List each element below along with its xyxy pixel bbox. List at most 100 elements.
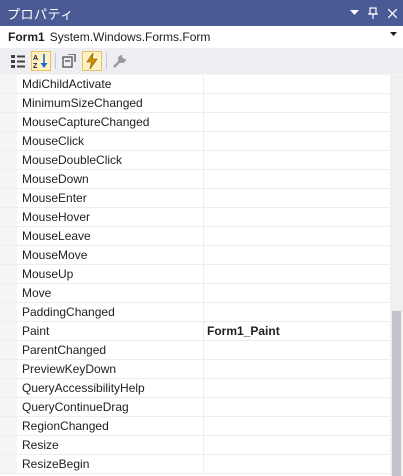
event-row[interactable]: MdiChildActivate — [0, 75, 390, 94]
pin-icon[interactable] — [365, 4, 381, 22]
event-name: Resize — [17, 436, 204, 454]
row-gutter — [0, 341, 17, 359]
categorized-icon[interactable] — [8, 51, 28, 71]
event-handler-value[interactable] — [204, 151, 390, 169]
event-handler-value[interactable] — [204, 94, 390, 112]
event-row[interactable]: MouseMove — [0, 246, 390, 265]
object-type: System.Windows.Forms.Form — [49, 30, 211, 44]
event-handler-value[interactable] — [204, 132, 390, 150]
event-handler-value[interactable] — [204, 75, 390, 93]
svg-text:A: A — [33, 55, 38, 62]
event-handler-value[interactable] — [204, 265, 390, 283]
row-gutter — [0, 398, 17, 416]
event-row[interactable]: Resize — [0, 436, 390, 455]
svg-text:Z: Z — [33, 63, 38, 69]
event-handler-value[interactable] — [204, 341, 390, 359]
event-row[interactable]: ResizeBegin — [0, 455, 390, 474]
event-row[interactable]: MouseDoubleClick — [0, 151, 390, 170]
event-grid: MdiChildActivate MinimumSizeChanged MouseC… — [0, 75, 390, 476]
event-handler-value[interactable] — [204, 189, 390, 207]
row-gutter — [0, 322, 17, 340]
properties-icon[interactable] — [59, 51, 79, 71]
alphabetical-icon[interactable]: A Z — [31, 51, 51, 71]
event-name: MinimumSizeChanged — [17, 94, 204, 112]
scrollbar-thumb[interactable] — [392, 311, 401, 476]
event-handler-value[interactable] — [204, 360, 390, 378]
event-name: ParentChanged — [17, 341, 204, 359]
event-row[interactable]: MouseCaptureChanged — [0, 113, 390, 132]
event-row[interactable]: PreviewKeyDown — [0, 360, 390, 379]
row-gutter — [0, 436, 17, 454]
event-name: PreviewKeyDown — [17, 360, 204, 378]
event-name: MouseDown — [17, 170, 204, 188]
row-gutter — [0, 151, 17, 169]
panel-title-bar: プロパティ — [0, 0, 403, 26]
chevron-down-icon[interactable] — [390, 30, 397, 39]
event-row[interactable]: MouseClick — [0, 132, 390, 151]
event-handler-value[interactable] — [204, 284, 390, 302]
event-row[interactable]: Move — [0, 284, 390, 303]
event-handler-value[interactable] — [204, 113, 390, 131]
event-handler-value[interactable] — [204, 455, 390, 473]
row-gutter — [0, 170, 17, 188]
toolbar-separator — [106, 53, 107, 69]
row-gutter — [0, 379, 17, 397]
event-name: Move — [17, 284, 204, 302]
row-gutter — [0, 132, 17, 150]
event-handler-value[interactable] — [204, 170, 390, 188]
event-name: QueryAccessibilityHelp — [17, 379, 204, 397]
row-gutter — [0, 284, 17, 302]
object-selector[interactable]: Form1 System.Windows.Forms.Form — [0, 26, 403, 49]
event-name: MouseEnter — [17, 189, 204, 207]
event-handler-value[interactable] — [204, 208, 390, 226]
toolbar-separator — [55, 53, 56, 69]
event-name: ResizeBegin — [17, 455, 204, 473]
event-row[interactable]: MouseLeave — [0, 227, 390, 246]
properties-toolbar: A Z — [0, 48, 403, 74]
row-gutter — [0, 360, 17, 378]
event-name: MouseDoubleClick — [17, 151, 204, 169]
event-row[interactable]: MouseEnter — [0, 189, 390, 208]
row-gutter — [0, 113, 17, 131]
row-gutter — [0, 417, 17, 435]
row-gutter — [0, 208, 17, 226]
event-row[interactable]: MinimumSizeChanged — [0, 94, 390, 113]
event-row[interactable]: ParentChanged — [0, 341, 390, 360]
panel-title: プロパティ — [7, 6, 74, 22]
event-name: Paint — [17, 322, 204, 340]
row-gutter — [0, 75, 17, 93]
vertical-scrollbar[interactable] — [390, 75, 403, 476]
event-row[interactable]: RegionChanged — [0, 417, 390, 436]
event-handler-value[interactable] — [204, 303, 390, 321]
event-handler-value[interactable] — [204, 227, 390, 245]
event-name: MouseCaptureChanged — [17, 113, 204, 131]
close-icon[interactable] — [384, 4, 400, 22]
event-name: QueryContinueDrag — [17, 398, 204, 416]
event-handler-value[interactable]: Form1_Paint — [204, 322, 390, 340]
row-gutter — [0, 246, 17, 264]
event-row[interactable]: QueryContinueDrag — [0, 398, 390, 417]
event-row[interactable]: MouseDown — [0, 170, 390, 189]
property-pages-icon[interactable] — [110, 51, 130, 71]
event-row[interactable]: MouseHover — [0, 208, 390, 227]
events-icon[interactable] — [82, 51, 102, 71]
event-name: MouseHover — [17, 208, 204, 226]
event-row[interactable]: Paint Form1_Paint — [0, 322, 390, 341]
event-handler-value[interactable] — [204, 417, 390, 435]
event-handler-value[interactable] — [204, 379, 390, 397]
event-name: MouseMove — [17, 246, 204, 264]
event-name: RegionChanged — [17, 417, 204, 435]
event-handler-value[interactable] — [204, 436, 390, 454]
event-handler-value[interactable] — [204, 398, 390, 416]
event-row[interactable]: PaddingChanged — [0, 303, 390, 322]
event-name: PaddingChanged — [17, 303, 204, 321]
event-name: MdiChildActivate — [17, 75, 204, 93]
row-gutter — [0, 303, 17, 321]
object-name: Form1 — [8, 30, 45, 44]
chevron-down-icon[interactable] — [346, 4, 362, 22]
event-handler-value[interactable] — [204, 246, 390, 264]
event-row[interactable]: QueryAccessibilityHelp — [0, 379, 390, 398]
event-row[interactable]: MouseUp — [0, 265, 390, 284]
event-name: MouseUp — [17, 265, 204, 283]
row-gutter — [0, 455, 17, 473]
